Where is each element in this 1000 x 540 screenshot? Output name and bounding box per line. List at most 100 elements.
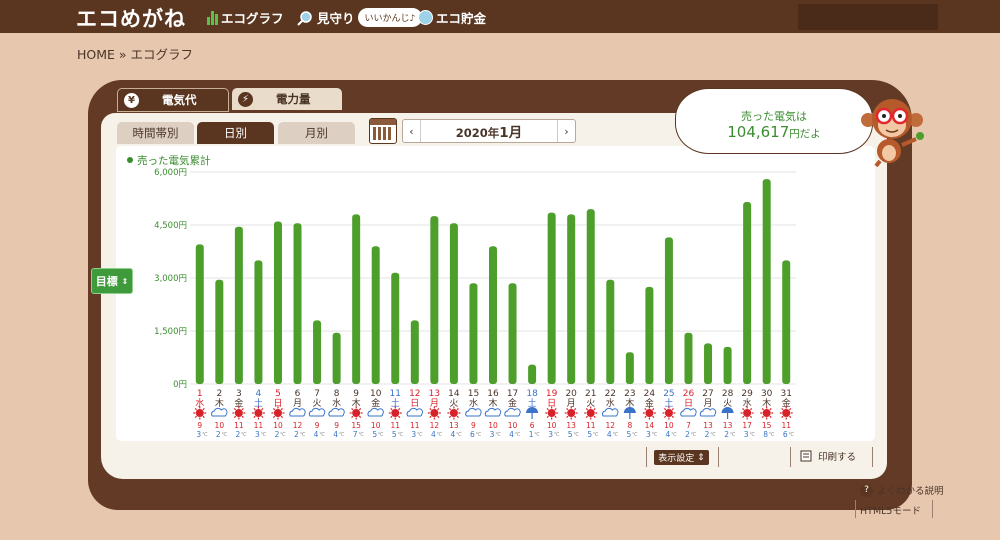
sun-ray [663,415,667,419]
temp-unit: ℃ [691,432,697,438]
temp-low: 3 [255,430,260,439]
print-button[interactable]: 印刷する [800,449,856,463]
x-tick-day: 23 [624,389,635,399]
divider [790,447,791,467]
chart-bar [391,272,400,384]
calendar-icon[interactable] [369,118,397,144]
temp-unit: ℃ [515,432,521,438]
temp-low: 5 [587,430,592,439]
cloud-icon [699,407,717,417]
x-tick-day: 15 [468,389,479,399]
sold-bubble-caption: 売った電気は [741,110,807,123]
subtab-monthly[interactable]: 月別 [278,122,355,144]
next-month-button[interactable]: › [556,120,575,142]
sun-ray [280,415,283,419]
temp-unit: ℃ [261,432,267,438]
temp-low: 8 [763,430,768,439]
help-link[interactable]: ? よくわかる説明 [860,483,944,497]
sun-ray [593,415,596,419]
app-logo[interactable]: エコめがね [76,3,186,33]
temp-low: 3 [548,430,553,439]
x-tick-day: 19 [546,389,558,399]
tab-electricity-amount[interactable]: ⚡ 電力量 [232,88,342,110]
legend-marker [127,157,133,163]
sun-ray [272,415,276,419]
y-tick-label: 4,500円 [154,221,187,231]
temp-high: 11 [390,421,400,430]
cloud-icon [465,407,482,417]
sun-ray [761,415,764,419]
subtab-daily[interactable]: 日別 [197,122,274,144]
temp-high: 15 [351,421,361,430]
temp-high: 10 [508,421,518,430]
temp-unit: ℃ [222,432,228,438]
temp-low: 3 [646,430,651,439]
chart-bar [723,346,732,384]
temp-low: 2 [275,430,280,439]
temp-high: 11 [586,421,596,430]
temp-low: 2 [216,430,221,439]
nav-ecograph[interactable]: エコグラフ [207,8,284,27]
temp-high: 13 [566,421,576,430]
x-tick-day: 13 [429,389,440,399]
temp-low: 4 [666,430,671,439]
tab-electricity-cost[interactable]: ¥ 電気代 [117,88,229,112]
temp-low: 3 [744,430,749,439]
prev-month-button[interactable]: ‹ [403,120,421,142]
html5-mode-link[interactable]: HTML5モード [860,503,921,517]
print-icon [800,450,812,462]
sun-ray [769,415,772,419]
x-tick-day: 14 [448,389,460,399]
x-tick-day: 9 [353,389,359,399]
display-settings-button[interactable]: 表示設定 ⇕ [654,450,709,465]
sun-icon [762,409,771,417]
x-tick-day: 27 [702,389,713,399]
temp-low: 5 [568,430,573,439]
sun-icon [782,409,791,417]
subtab-hourly[interactable]: 時間帯別 [117,122,194,144]
chart-bar [606,279,615,384]
coin-icon [418,10,433,25]
sun-ray [644,415,647,419]
sun-ray [390,415,393,419]
chart-bar [743,202,752,384]
sun-icon [195,409,204,417]
x-tick-day: 20 [565,389,577,399]
x-tick-day: 6 [295,389,301,399]
chart-bar [313,320,322,384]
temp-low: 4 [431,430,436,439]
chart-bar [352,214,361,384]
sun-ray [194,415,198,419]
chart-bar [489,246,497,384]
temp-unit: ℃ [417,432,423,438]
cloud-icon [328,407,345,417]
x-tick-day: 16 [487,389,499,399]
sun-icon [743,409,752,417]
x-tick-weekday: 火 [313,398,322,409]
temp-high: 10 [488,421,498,430]
temp-unit: ℃ [632,432,638,438]
cloud-icon [289,407,306,417]
temp-unit: ℃ [241,432,247,438]
sun-ray [749,415,753,419]
temp-unit: ℃ [437,432,443,438]
temp-low: 4 [607,430,612,439]
chart-bar [586,209,595,384]
target-toggle[interactable]: 目標 ⇕ [91,268,133,294]
temp-high: 10 [664,421,674,430]
chart-bar [684,332,693,384]
temp-high: 9 [471,421,476,430]
sun-icon [586,409,595,417]
temp-high: 11 [410,421,420,430]
nav-eco-savings[interactable]: エコ貯金 [418,8,486,27]
temp-high: 17 [742,421,752,430]
temp-unit: ℃ [280,432,286,438]
x-tick-day: 10 [370,389,382,399]
temp-high: 9 [334,421,339,430]
sold-bubble-amount: 104,617円だよ [727,123,821,141]
sun-icon [430,409,439,417]
temp-unit: ℃ [202,432,208,438]
temp-low: 3 [196,430,201,439]
chart-bar [782,260,791,384]
nav-mimamori[interactable]: 見守り いいかんじ♪ [296,8,423,27]
